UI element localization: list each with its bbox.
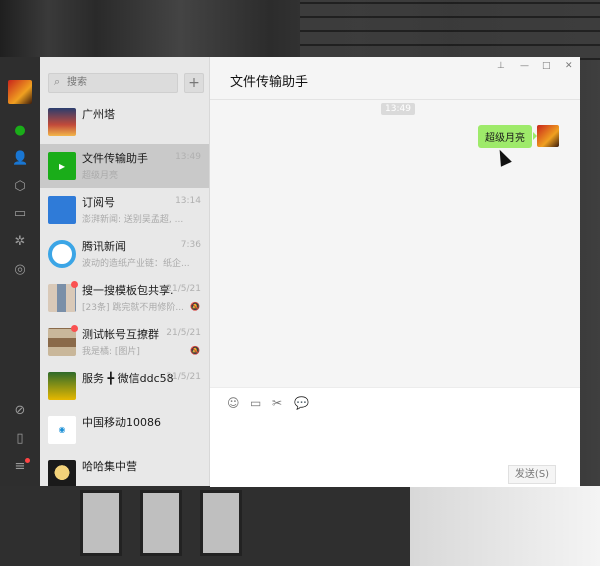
unread-dot — [71, 281, 78, 288]
china-mobile-icon: ◉ — [48, 416, 76, 444]
message-input-area[interactable]: ☺ ▭ ✂ 💬 发送(S) — [210, 387, 580, 487]
conversation-item[interactable]: 腾讯新闻 7:36 波动的造纸产业链：纸企... — [40, 232, 209, 276]
conversation-time: 21/5/21 — [166, 328, 201, 338]
conversation-item[interactable]: ▸ 文件传输助手 13:49 超级月亮 — [40, 144, 209, 188]
conversation-preview: 我是橘: [图片] — [82, 347, 140, 357]
miniapp-icon[interactable]: ⊘ — [12, 403, 28, 419]
search-box[interactable]: ⌕ — [48, 73, 178, 93]
conversation-name: 文件传输助手 — [82, 152, 148, 165]
conversation-time: 21/5/21 — [166, 372, 201, 382]
folder-icon[interactable]: ▭ — [12, 206, 28, 222]
conversation-list: ⌕ + 广州塔 ▸ 文件传输助手 13:49 超级月亮 订阅号 13:14 澎湃… — [40, 57, 210, 486]
contacts-icon[interactable]: 👤 — [12, 151, 28, 167]
message-timestamp: 13:49 — [381, 103, 415, 115]
favorites-icon[interactable]: ⬡ — [12, 179, 28, 195]
subscription-icon — [48, 196, 76, 224]
window-pane — [140, 490, 182, 556]
file-icon[interactable]: ▭ — [250, 396, 261, 410]
conversation-item[interactable]: 哈哈集中营 — [40, 452, 209, 486]
conversation-time: 13:49 — [175, 152, 201, 162]
conversation-item[interactable]: ◉ 中国移动10086 — [40, 408, 209, 452]
wechat-window: ● 👤 ⬡ ▭ ✲ ◎ ⊘ ▯ ≡ ⌕ + 广州塔 ▸ 文件传输助手 13:49… — [0, 57, 580, 487]
conversation-time: 21/5/21 — [166, 284, 201, 294]
conversation-name: 订阅号 — [82, 196, 115, 209]
menu-notification-dot — [25, 458, 30, 463]
conversation-name: 中国移动10086 — [82, 416, 161, 429]
window-pane — [80, 490, 122, 556]
tencent-news-icon — [48, 240, 76, 268]
conversation-name: 服务 ╋ 微信ddc587 — [82, 372, 174, 385]
conversation-item[interactable]: 服务 ╋ 微信ddc587 21/5/21 — [40, 364, 209, 408]
conversation-name: 搜一搜模板包共享... — [82, 284, 174, 297]
user-avatar[interactable] — [8, 80, 32, 104]
haha-avatar — [48, 460, 76, 486]
chat-history-icon[interactable]: 💬 — [294, 396, 309, 410]
canton-tower-avatar — [48, 108, 76, 136]
phone-icon[interactable]: ▯ — [12, 431, 28, 447]
conversation-item[interactable]: 订阅号 13:14 澎湃新闻: 送别吴孟超, ... — [40, 188, 209, 232]
file-transfer-icon: ▸ — [48, 152, 76, 180]
window-pane — [200, 490, 242, 556]
group-avatar — [48, 328, 76, 356]
light-wall — [410, 486, 600, 566]
conversation-name: 广州塔 — [82, 108, 115, 121]
mouse-cursor-icon — [494, 147, 512, 167]
close-icon[interactable]: ✕ — [565, 61, 573, 71]
sender-avatar[interactable] — [537, 125, 559, 147]
unread-dot — [71, 325, 78, 332]
chat-panel: 文件传输助手 ⊥ — □ ✕ 13:49 超级月亮 ☺ ▭ ✂ 💬 发送(S) — [210, 57, 580, 487]
conversation-item[interactable]: 广州塔 — [40, 100, 209, 144]
conversation-item[interactable]: 搜一搜模板包共享... 21/5/21 [23条] 跳完就不用修阶... 🔕 — [40, 276, 209, 320]
mute-icon: 🔕 — [190, 346, 200, 355]
emoji-icon[interactable]: ☺ — [227, 396, 240, 410]
conversation-name: 测试帐号互撩群 — [82, 328, 159, 341]
message-bubble[interactable]: 超级月亮 — [478, 125, 537, 148]
maximize-icon[interactable]: □ — [542, 61, 551, 71]
nav-sidebar: ● 👤 ⬡ ▭ ✲ ◎ ⊘ ▯ ≡ — [0, 57, 40, 486]
mute-icon: 🔕 — [190, 302, 200, 311]
moments-icon[interactable]: ◎ — [12, 262, 28, 278]
conversation-time: 13:14 — [175, 196, 201, 206]
screenshot-icon[interactable]: ✂ — [272, 396, 282, 410]
search-icon: ⌕ — [54, 75, 61, 88]
conversation-preview: [23条] 跳完就不用修阶... — [82, 303, 184, 313]
group-avatar — [48, 284, 76, 312]
pin-icon[interactable]: ⊥ — [497, 61, 505, 71]
brick-wall — [300, 0, 600, 60]
conversation-time: 7:36 — [180, 240, 201, 250]
conversation-name: 腾讯新闻 — [82, 240, 126, 253]
minimize-icon[interactable]: — — [520, 61, 529, 71]
conversation-preview: 波动的造纸产业链：纸企... — [82, 259, 190, 269]
chat-icon[interactable]: ● — [12, 123, 28, 139]
add-chat-button[interactable]: + — [184, 73, 204, 93]
send-button[interactable]: 发送(S) — [508, 465, 556, 484]
chat-header: 文件传输助手 ⊥ — □ ✕ — [210, 57, 580, 100]
chat-title: 文件传输助手 — [230, 75, 309, 90]
miniprogram-icon[interactable]: ✲ — [12, 234, 28, 250]
conversation-preview: 超级月亮 — [82, 171, 119, 181]
search-input[interactable] — [67, 75, 167, 89]
conversation-name: 哈哈集中营 — [82, 460, 137, 473]
service-avatar — [48, 372, 76, 400]
conversation-preview: 澎湃新闻: 送别吴孟超, ... — [82, 215, 184, 225]
conversation-item[interactable]: 测试帐号互撩群 21/5/21 我是橘: [图片] 🔕 — [40, 320, 209, 364]
